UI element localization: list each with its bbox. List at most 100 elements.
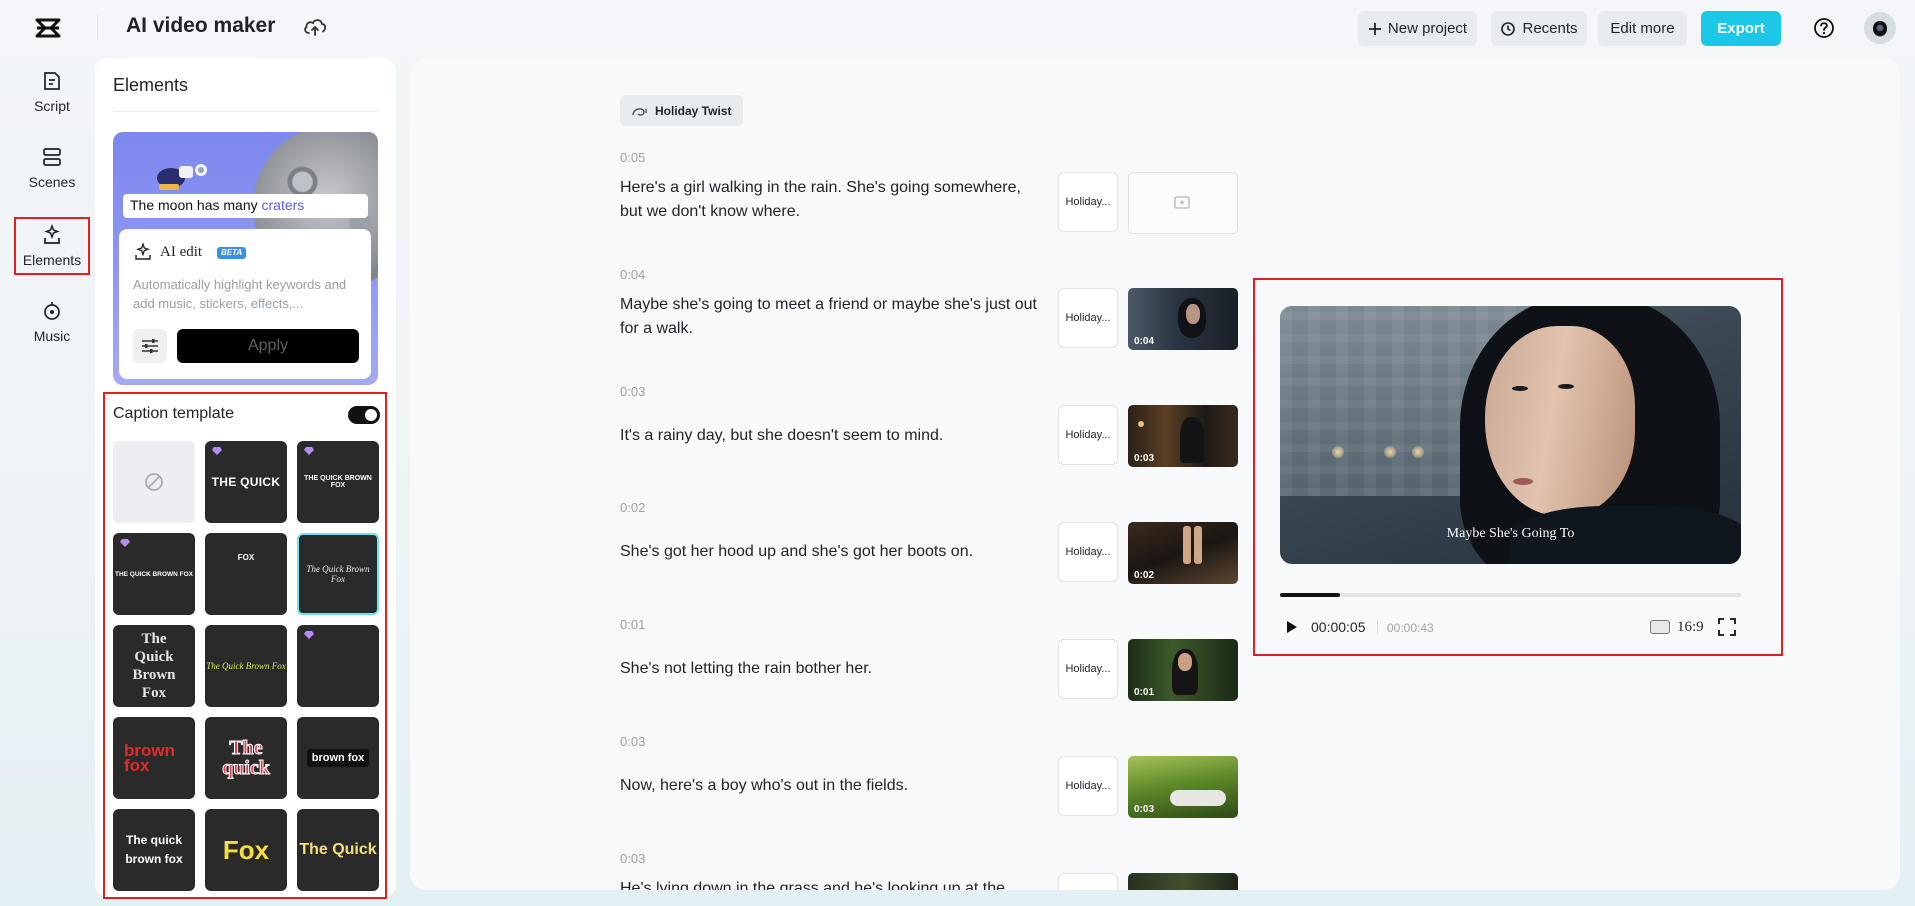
- promo-caption-sample: The moon has many craters: [123, 194, 368, 218]
- caption-template-item[interactable]: The quick brown fox: [113, 809, 195, 891]
- scene-text[interactable]: Here's a girl walking in the rain. She's…: [620, 176, 1040, 224]
- ai-edit-description: Automatically highlight keywords and add…: [133, 277, 347, 311]
- thumb-light: [1138, 421, 1144, 427]
- style-chip-label: Holiday Twist: [655, 103, 732, 118]
- scene-media-thumbnail[interactable]: 0:03: [1128, 756, 1238, 818]
- caption-template-item[interactable]: The Quick: [297, 809, 379, 891]
- caption-template-sample: THE QUICK BROWN FOX: [115, 570, 193, 578]
- playback-progress-bar[interactable]: [1280, 593, 1741, 597]
- nav-item-script[interactable]: Script: [14, 62, 90, 122]
- caption-template-sample: The Quick: [299, 841, 377, 858]
- caption-template-item[interactable]: Fox: [205, 809, 287, 891]
- scene-media-placeholder[interactable]: [1128, 172, 1238, 234]
- scene-media-thumbnail[interactable]: 0:02: [1128, 522, 1238, 584]
- scene-media-thumbnail[interactable]: 0:04: [1128, 288, 1238, 350]
- media-duration: 0:03: [1134, 804, 1155, 815]
- scene-text[interactable]: Now, here's a boy who's out in the field…: [620, 774, 1040, 798]
- caption-template-item-selected[interactable]: The Quick Brown Fox: [297, 533, 379, 615]
- premium-diamond-icon: [120, 539, 130, 547]
- caption-template-item[interactable]: THE QUICK: [205, 441, 287, 523]
- caption-template-sample: The quick: [222, 737, 271, 779]
- caption-template-sample: The Quick Brown Fox: [206, 661, 286, 671]
- bokeh-light: [1412, 446, 1424, 458]
- scene-style-chip[interactable]: Holiday...: [1058, 639, 1118, 699]
- caption-template-sample: THE QUICK: [211, 475, 281, 489]
- add-media-icon: [1174, 196, 1190, 209]
- fullscreen-icon[interactable]: [1718, 618, 1736, 636]
- caption-template-title: Caption template: [113, 405, 234, 422]
- apply-button[interactable]: Apply: [177, 329, 359, 363]
- scene-media-thumbnail[interactable]: [1128, 873, 1238, 890]
- header-divider: [97, 14, 98, 40]
- edit-more-button[interactable]: Edit more: [1598, 11, 1687, 46]
- user-avatar[interactable]: [1864, 12, 1896, 44]
- caption-template-item[interactable]: THE QUICK BROWN FOX: [297, 441, 379, 523]
- nav-label-scenes: Scenes: [28, 174, 76, 190]
- caption-template-item[interactable]: FOX: [205, 533, 287, 615]
- nav-item-music[interactable]: Music: [14, 292, 90, 352]
- scene-duration: 0:02: [620, 500, 646, 515]
- scene-style-chip[interactable]: Holiday...: [1058, 522, 1118, 582]
- scene-text[interactable]: He's lying down in the grass and he's lo…: [620, 877, 1040, 890]
- media-duration: 0:02: [1134, 570, 1155, 581]
- caption-template-item[interactable]: The Quick Brown Fox: [205, 625, 287, 707]
- aspect-ratio-label[interactable]: 16:9: [1677, 619, 1704, 636]
- caption-template-item[interactable]: brown fox: [297, 717, 379, 799]
- new-project-button[interactable]: New project: [1358, 11, 1477, 46]
- style-chip[interactable]: Holiday Twist: [620, 95, 744, 126]
- caption-template-item[interactable]: The quick: [205, 717, 287, 799]
- scene-media-thumbnail[interactable]: 0:03: [1128, 405, 1238, 467]
- caption-template-item[interactable]: The Quick Brown Fox: [113, 625, 195, 707]
- ai-edit-card: AI edit BETA Automatically highlight key…: [119, 229, 371, 379]
- export-button[interactable]: Export: [1701, 11, 1781, 46]
- media-duration: 0:01: [1134, 687, 1155, 698]
- caption-template-sample: The quick brown fox: [125, 833, 183, 866]
- ai-edit-settings-button[interactable]: [133, 329, 167, 363]
- premium-diamond-icon: [304, 447, 314, 455]
- plus-icon: [1368, 22, 1381, 35]
- promo-caption-highlight: craters: [261, 197, 305, 213]
- play-icon[interactable]: [1283, 619, 1299, 635]
- help-icon[interactable]: [1810, 14, 1838, 42]
- history-icon: [1501, 21, 1516, 36]
- caption-template-sample: The Quick Brown Fox: [132, 631, 176, 701]
- cloud-sync-icon[interactable]: [302, 16, 328, 38]
- scene-duration: 0:04: [620, 267, 646, 282]
- ai-edit-title: AI edit: [160, 244, 203, 260]
- caption-template-none[interactable]: [113, 441, 195, 523]
- aspect-ratio-icon[interactable]: [1650, 620, 1670, 634]
- media-duration: 0:03: [1134, 453, 1155, 464]
- caption-template-item[interactable]: [297, 625, 379, 707]
- scene-style-chip[interactable]: Holiday...: [1058, 756, 1118, 816]
- caption-template-item[interactable]: brown fox: [113, 717, 195, 799]
- scene-text[interactable]: She's got her hood up and she's got her …: [620, 540, 1040, 564]
- edit-more-label: Edit more: [1610, 20, 1675, 37]
- panel-divider: [113, 111, 378, 112]
- video-player[interactable]: Maybe She's Going To: [1280, 306, 1741, 564]
- elements-icon: [44, 224, 60, 244]
- scenes-icon: [43, 148, 61, 166]
- scene-media-thumbnail[interactable]: 0:01: [1128, 639, 1238, 701]
- scene-text[interactable]: Maybe she's going to meet a friend or ma…: [620, 293, 1040, 341]
- caption-template-toggle[interactable]: [348, 406, 380, 424]
- thumb-figure: [1170, 790, 1226, 806]
- scene-text[interactable]: It's a rainy day, but she doesn't seem t…: [620, 424, 1040, 448]
- capcut-logo-icon[interactable]: [34, 14, 62, 42]
- scene-duration: 0:03: [620, 384, 646, 399]
- sliders-icon: [142, 339, 158, 353]
- caption-template-item[interactable]: THE QUICK BROWN FOX: [113, 533, 195, 615]
- current-time: 00:00:05: [1311, 619, 1366, 635]
- scene-style-chip[interactable]: Holiday...: [1058, 405, 1118, 465]
- recents-button[interactable]: Recents: [1491, 11, 1587, 46]
- caption-template-sample: The Quick Brown Fox: [306, 564, 370, 584]
- beta-badge: BETA: [217, 247, 247, 259]
- scene-style-chip[interactable]: [1058, 873, 1118, 890]
- scene-style-chip[interactable]: Holiday...: [1058, 288, 1118, 348]
- nav-item-scenes[interactable]: Scenes: [14, 138, 90, 198]
- top-bar: AI video maker New project Recents Edit …: [0, 0, 1915, 56]
- nav-item-elements[interactable]: Elements: [14, 217, 90, 275]
- caption-template-section: Caption template THE QUICK THE QUICK BRO…: [103, 392, 387, 899]
- promo-caption-prefix: The moon has many: [130, 197, 262, 213]
- scene-style-chip[interactable]: Holiday...: [1058, 172, 1118, 232]
- scene-text[interactable]: She's not letting the rain bother her.: [620, 657, 1040, 681]
